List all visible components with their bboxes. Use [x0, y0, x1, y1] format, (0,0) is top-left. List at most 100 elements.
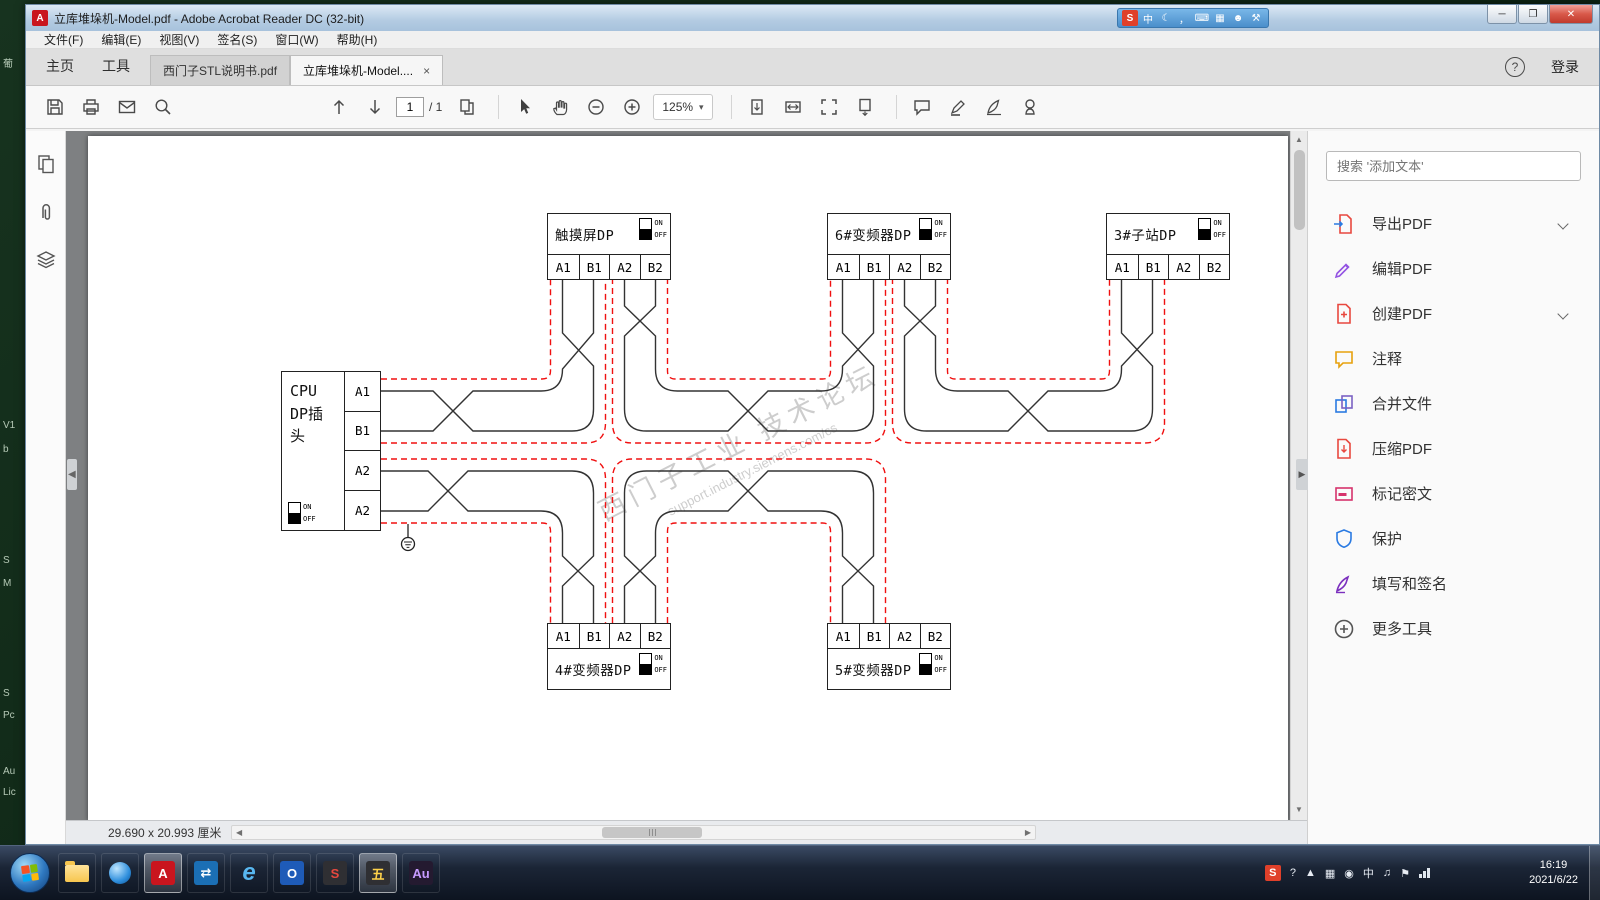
dp-termination-switch: ON OFF: [919, 653, 947, 675]
menu-edit[interactable]: 编辑(E): [93, 30, 149, 49]
taskbar-icon-acrobat[interactable]: A: [144, 853, 182, 893]
hand-tool-button[interactable]: [545, 92, 575, 122]
comment-tool-button[interactable]: [907, 92, 937, 122]
sign-in-button[interactable]: 登录: [1551, 57, 1579, 77]
tool-comment[interactable]: 注释: [1326, 336, 1581, 381]
fit-width-button[interactable]: [778, 92, 808, 122]
vertical-scrollbar-thumb[interactable]: [1293, 150, 1305, 230]
scroll-right-icon[interactable]: ▶: [1021, 828, 1035, 837]
ime-board-icon[interactable]: ▦: [1212, 10, 1228, 26]
taskbar-clock[interactable]: 16:19 2021/6/22: [1529, 858, 1578, 888]
doc-tab-label: 西门子STL说明书.pdf: [163, 64, 278, 78]
tool-compress-pdf[interactable]: 压缩PDF: [1326, 426, 1581, 471]
scroll-mode-button[interactable]: [850, 92, 880, 122]
taskbar-icon-internet-explorer[interactable]: e: [230, 853, 268, 893]
document-viewport[interactable]: 西门子工业 技术论坛 support.industry.siemens.com/…: [66, 131, 1307, 844]
menu-file[interactable]: 文件(F): [36, 30, 91, 49]
tool-more-tools[interactable]: 更多工具: [1326, 606, 1581, 651]
highlighter-tool-button[interactable]: [943, 92, 973, 122]
tool-create-pdf[interactable]: 创建PDF: [1326, 291, 1581, 336]
scroll-up-icon[interactable]: ▲: [1295, 131, 1303, 148]
taskbar-icon-audition[interactable]: Au: [402, 853, 440, 893]
tray-show-hidden-icon[interactable]: ▲: [1305, 867, 1316, 879]
pdf-app-icon: A: [32, 10, 48, 26]
layers-panel-icon[interactable]: [35, 249, 57, 271]
attachments-panel-icon[interactable]: [35, 201, 57, 223]
save-button[interactable]: [40, 92, 70, 122]
ime-account-icon[interactable]: ☻: [1230, 10, 1246, 26]
select-tool-button[interactable]: [509, 92, 539, 122]
help-icon[interactable]: ?: [1505, 57, 1525, 77]
minimize-button[interactable]: ─: [1487, 5, 1517, 24]
email-button[interactable]: [112, 92, 142, 122]
taskbar-icon-remote-app[interactable]: ⇄: [187, 853, 225, 893]
zoom-in-button[interactable]: [617, 92, 647, 122]
ime-keyboard-icon[interactable]: ⌨: [1194, 10, 1210, 26]
tray-help-icon[interactable]: ?: [1290, 867, 1296, 879]
ime-tools-icon[interactable]: ⚒: [1248, 10, 1264, 26]
tool-export-pdf[interactable]: 导出PDF: [1326, 201, 1581, 246]
taskbar-icon-screenshot-tool[interactable]: S: [316, 853, 354, 893]
tray-flag-icon[interactable]: ⚑: [1400, 867, 1410, 880]
page-thumbnails-button[interactable]: [452, 92, 482, 122]
tool-combine-files[interactable]: 合并文件: [1326, 381, 1581, 426]
collapse-right-panel-handle[interactable]: ▶: [1296, 458, 1308, 490]
horizontal-scrollbar[interactable]: ◀ ▶: [231, 825, 1036, 840]
tab-tools[interactable]: 工具: [88, 56, 150, 85]
horizontal-scrollbar-thumb[interactable]: [602, 827, 702, 838]
tool-redact[interactable]: 标记密文: [1326, 471, 1581, 516]
previous-page-button[interactable]: [324, 92, 354, 122]
tray-sogou-icon[interactable]: S: [1264, 865, 1281, 881]
chevron-down-icon[interactable]: [1557, 307, 1569, 320]
doc-tab-inactive[interactable]: 西门子STL说明书.pdf: [150, 55, 291, 85]
show-desktop-button[interactable]: [1589, 846, 1600, 900]
chevron-down-icon[interactable]: [1557, 217, 1569, 230]
taskbar-icon-media-player[interactable]: [101, 853, 139, 893]
ime-mode-icon[interactable]: ☾: [1158, 10, 1174, 26]
title-bar[interactable]: A 立库堆垛机-Model.pdf - Adobe Acrobat Reader…: [26, 5, 1599, 31]
doc-tab-active[interactable]: 立库堆垛机-Model.... ×: [290, 55, 444, 85]
ime-toolbar[interactable]: S 中 ☾ ， ⌨ ▦ ☻ ⚒: [1117, 8, 1269, 28]
zoom-out-button[interactable]: [581, 92, 611, 122]
navigation-rail: [26, 131, 66, 844]
close-button[interactable]: ✕: [1549, 5, 1593, 24]
zoom-level-dropdown[interactable]: 125% ▾: [653, 94, 713, 120]
menu-view[interactable]: 视图(V): [151, 30, 207, 49]
tray-sync-icon[interactable]: ◉: [1344, 867, 1354, 880]
print-button[interactable]: [76, 92, 106, 122]
dp-termination-switch: ON OFF: [639, 653, 667, 675]
next-page-button[interactable]: [360, 92, 390, 122]
tool-protect[interactable]: 保护: [1326, 516, 1581, 561]
scroll-left-icon[interactable]: ◀: [232, 828, 246, 837]
network-icon[interactable]: [1419, 868, 1430, 878]
page-number-input[interactable]: [396, 97, 424, 117]
scroll-down-icon[interactable]: ▼: [1295, 801, 1303, 818]
page-thumbnails-panel-icon[interactable]: [35, 153, 57, 175]
ime-lang-icon[interactable]: 中: [1140, 10, 1156, 26]
sign-tool-button[interactable]: [979, 92, 1009, 122]
find-button[interactable]: [148, 92, 178, 122]
taskbar-icon-outlook[interactable]: O: [273, 853, 311, 893]
menu-help[interactable]: 帮助(H): [329, 30, 386, 49]
tool-edit-pdf[interactable]: 编辑PDF: [1326, 246, 1581, 291]
sogou-icon[interactable]: S: [1122, 10, 1138, 26]
tab-close-icon[interactable]: ×: [423, 64, 430, 78]
fullscreen-button[interactable]: [814, 92, 844, 122]
maximize-button[interactable]: ❐: [1518, 5, 1548, 24]
tray-app-icon[interactable]: ▦: [1325, 867, 1335, 880]
collapse-left-panel-handle[interactable]: ◀: [67, 458, 77, 490]
ime-punct-icon[interactable]: ，: [1176, 10, 1192, 26]
tray-lang-icon[interactable]: 中: [1363, 865, 1374, 881]
fit-one-page-button[interactable]: [742, 92, 772, 122]
menu-sign[interactable]: 签名(S): [209, 30, 265, 49]
menu-window[interactable]: 窗口(W): [267, 30, 326, 49]
device-box-substation3: 3#子站DP ON OFF A1 B1 A2 B2: [1106, 213, 1230, 280]
tool-fill-sign[interactable]: 填写和签名: [1326, 561, 1581, 606]
tab-home[interactable]: 主页: [40, 56, 88, 85]
taskbar-icon-ime-app[interactable]: 五: [359, 853, 397, 893]
start-button[interactable]: [10, 853, 50, 893]
tray-volume-icon[interactable]: ♫: [1383, 867, 1391, 879]
stamp-tool-button[interactable]: [1015, 92, 1045, 122]
taskbar-icon-explorer[interactable]: [58, 853, 96, 893]
tools-search-input[interactable]: [1326, 151, 1581, 181]
